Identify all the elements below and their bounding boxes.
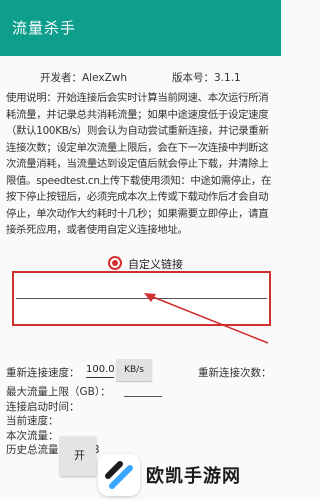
reconnect-speed-label: 重新连接速度： xyxy=(6,367,80,379)
usage-description: 使用说明：开始连接后会实时计算当前网速、本次运行所消耗流量，并记录总共消耗流量；… xyxy=(6,92,272,236)
session-traffic-label: 本次流量： xyxy=(6,430,59,442)
version-label: 版本号：3.1.1 xyxy=(172,72,241,84)
reconnect-count-label: 重新连接次数： xyxy=(198,367,272,379)
speed-unit-button[interactable]: KB/s xyxy=(116,359,152,381)
custom-link-label[interactable]: 自定义链接 xyxy=(128,256,183,272)
custom-link-input[interactable] xyxy=(16,295,267,299)
watermark-text: 欧凯手游网 xyxy=(146,466,241,487)
app-bar: 流量杀手 xyxy=(0,0,281,56)
start-time-label: 连接启动时间： xyxy=(6,401,80,413)
app-title: 流量杀手 xyxy=(12,19,77,37)
radio-selected-dot xyxy=(112,260,118,266)
reconnect-speed-input[interactable]: 100.0 xyxy=(86,364,115,378)
current-speed-label: 当前速度： xyxy=(6,415,59,427)
watermark-logo-icon xyxy=(98,454,140,496)
custom-link-radio[interactable] xyxy=(108,256,122,270)
watermark: 欧凯手游网 xyxy=(90,452,281,500)
developer-label: 开发者：AlexZwh xyxy=(40,72,128,84)
max-traffic-label: 最大流量上限（GB）： xyxy=(6,386,111,398)
custom-link-highlight-box xyxy=(12,271,271,326)
max-traffic-input[interactable] xyxy=(124,396,162,397)
